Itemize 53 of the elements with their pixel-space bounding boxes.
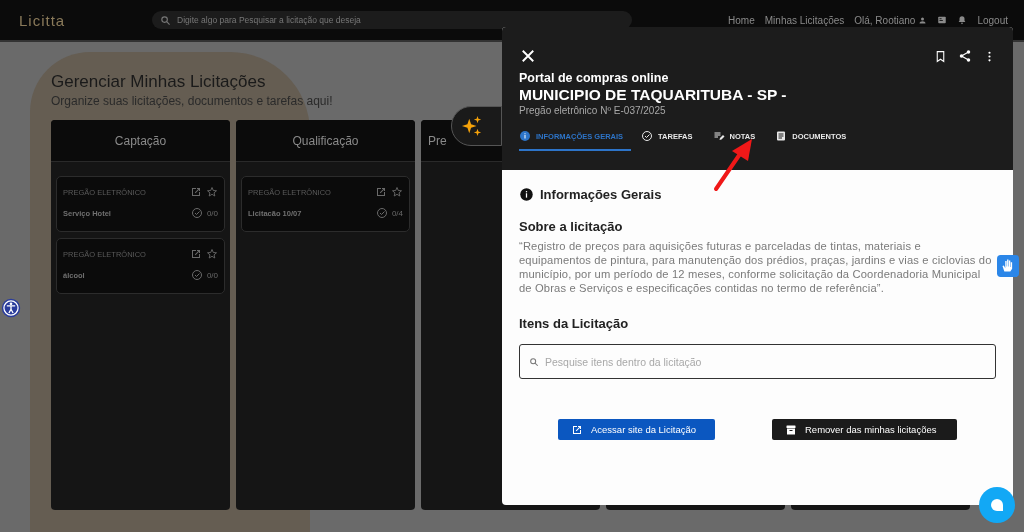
chat-icon[interactable] (979, 487, 1015, 523)
nav-link[interactable]: Home (728, 14, 755, 26)
search-icon (529, 356, 539, 367)
star-icon[interactable] (206, 186, 218, 198)
section-heading: Itens da Licitação (519, 316, 630, 331)
external-link-icon[interactable] (375, 186, 387, 198)
logo[interactable]: Licitta (19, 11, 152, 29)
process-number: Pregão eletrônico Nº E-037/2025 (519, 105, 667, 116)
check-circle-icon (641, 130, 654, 142)
section-heading: Sobre a licitação (519, 219, 624, 234)
check-circle-icon (190, 207, 203, 219)
star-icon[interactable] (391, 186, 403, 198)
external-link-icon[interactable] (190, 248, 202, 260)
task-count: 0/4 (391, 208, 403, 218)
column-title: Pre (428, 133, 447, 148)
search-icon (160, 14, 171, 26)
remove-button[interactable]: Remover das minhas licitações (772, 419, 957, 440)
sparkle-icon (461, 115, 483, 137)
search-field[interactable]: Digite algo para Pesquisar a licitação que deseja (152, 11, 632, 29)
share-icon[interactable] (958, 49, 972, 63)
close-icon[interactable] (519, 47, 537, 65)
logout-link[interactable]: Logout (977, 14, 1008, 26)
archive-icon (785, 423, 797, 436)
bookmark-icon[interactable] (934, 49, 947, 63)
page-title: Gerenciar Minhas Licitações (51, 72, 266, 92)
document-icon (775, 130, 788, 142)
nav-link[interactable]: Minhas Licitações (764, 14, 845, 26)
search-field[interactable]: Pesquise itens dentro da licitação (519, 344, 996, 379)
open-site-button[interactable]: Acessar site da Licitação (558, 419, 715, 440)
info-icon (519, 187, 534, 202)
card-icon[interactable] (937, 15, 948, 25)
task-count: 0/0 (206, 208, 218, 218)
column-title: Qualificação (292, 133, 359, 148)
check-circle-icon (375, 207, 388, 219)
ai-assistant-button[interactable] (451, 106, 502, 146)
bell-icon[interactable] (957, 15, 968, 25)
section-title: Informações Gerais (540, 187, 662, 202)
column-title: Captação (114, 133, 167, 148)
portal-name: Portal de compras online (519, 71, 670, 85)
external-link-icon (571, 423, 583, 436)
sign-language-icon[interactable] (997, 255, 1019, 277)
star-icon[interactable] (206, 248, 218, 260)
accessibility-icon[interactable] (1, 298, 21, 318)
user-menu[interactable]: Olá, Rootiano (854, 14, 928, 26)
page-subtitle: Organize suas licitações, documentos e tarefas aqui! (51, 94, 333, 108)
notes-icon (712, 130, 725, 142)
info-icon (519, 130, 531, 142)
external-link-icon[interactable] (190, 186, 202, 198)
person-icon (918, 15, 928, 25)
check-circle-icon (190, 269, 203, 281)
agency-name: MUNICIPIO DE TAQUARITUBA - SP - (519, 86, 788, 104)
task-count: 0/0 (206, 270, 218, 280)
description-text: “Registro de preços para aquisições futuras e parceladas de tintas, materiais e equipamentos de pintura, para manutenção dos prédios, praças, jardins e vias e ciclovias do município, por um período de 12 meses, conforme solicitação da Coordenadoria Municipal de Obras e Serviços e especificações contidas no termo de referência”. (519, 239, 993, 295)
